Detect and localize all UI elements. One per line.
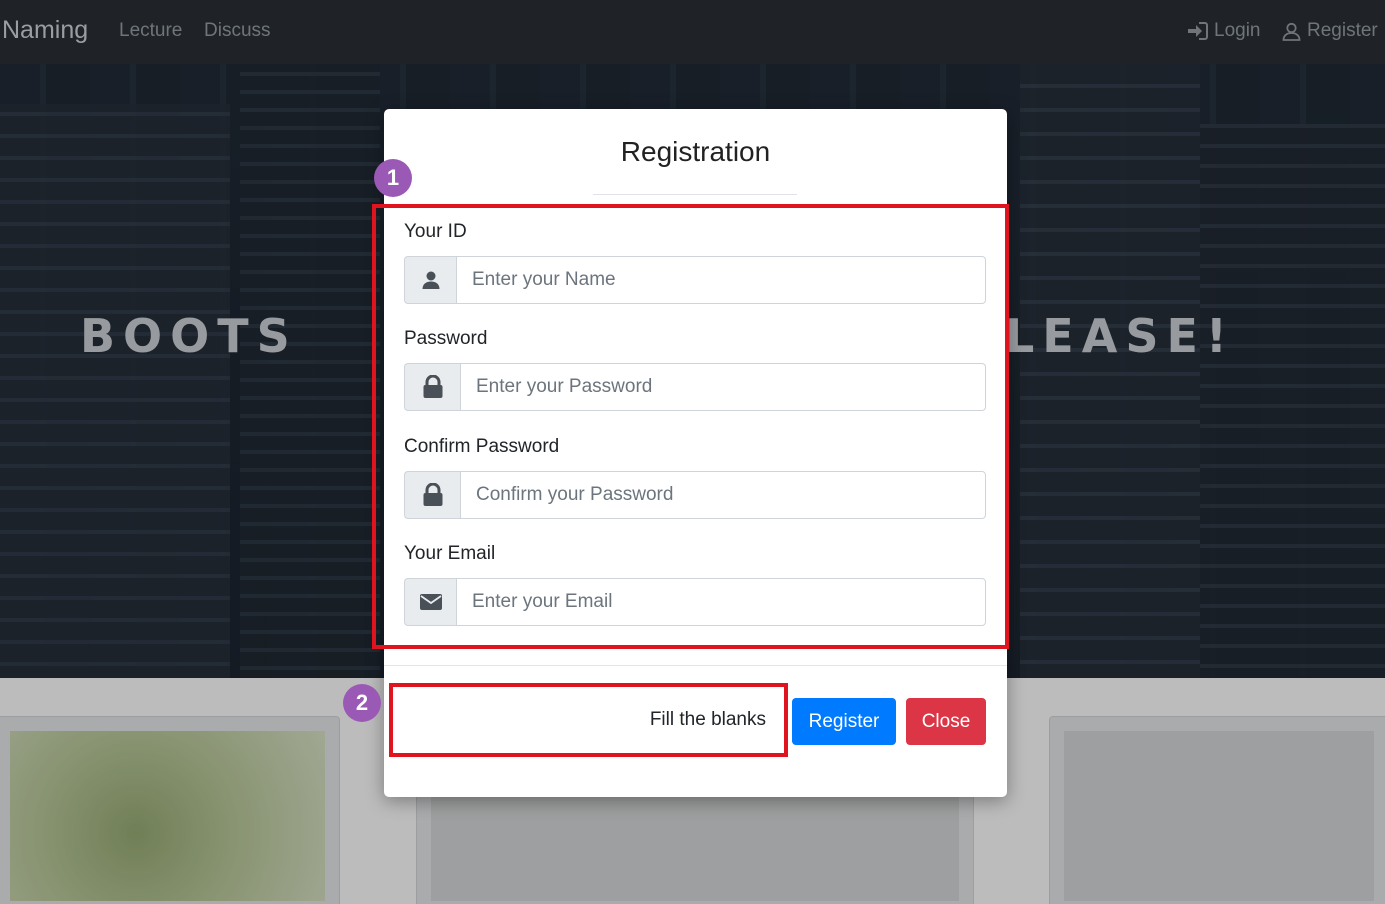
navbar: Naming Lecture Discuss Login Register	[0, 0, 1385, 64]
modal-title: Registration	[620, 136, 771, 167]
annotation-highlight-status	[389, 683, 788, 757]
annotation-highlight-form	[372, 204, 1009, 649]
title-divider	[593, 194, 797, 195]
brand-logo[interactable]: Naming	[2, 16, 88, 45]
footer-divider	[384, 665, 1007, 666]
close-button[interactable]: Close	[906, 698, 986, 745]
sign-in-icon	[1187, 22, 1208, 40]
nav-login-link[interactable]: Login	[1187, 20, 1261, 42]
register-label: Register	[1307, 20, 1378, 41]
user-outline-icon	[1282, 22, 1301, 41]
annotation-badge-2: 2	[343, 684, 381, 722]
annotation-badge-1: 1	[374, 159, 412, 197]
register-button[interactable]: Register	[792, 698, 896, 745]
nav-link-discuss[interactable]: Discuss	[204, 20, 271, 42]
nav-register-link[interactable]: Register	[1282, 20, 1378, 42]
login-label: Login	[1214, 20, 1261, 41]
nav-link-lecture[interactable]: Lecture	[119, 20, 182, 42]
